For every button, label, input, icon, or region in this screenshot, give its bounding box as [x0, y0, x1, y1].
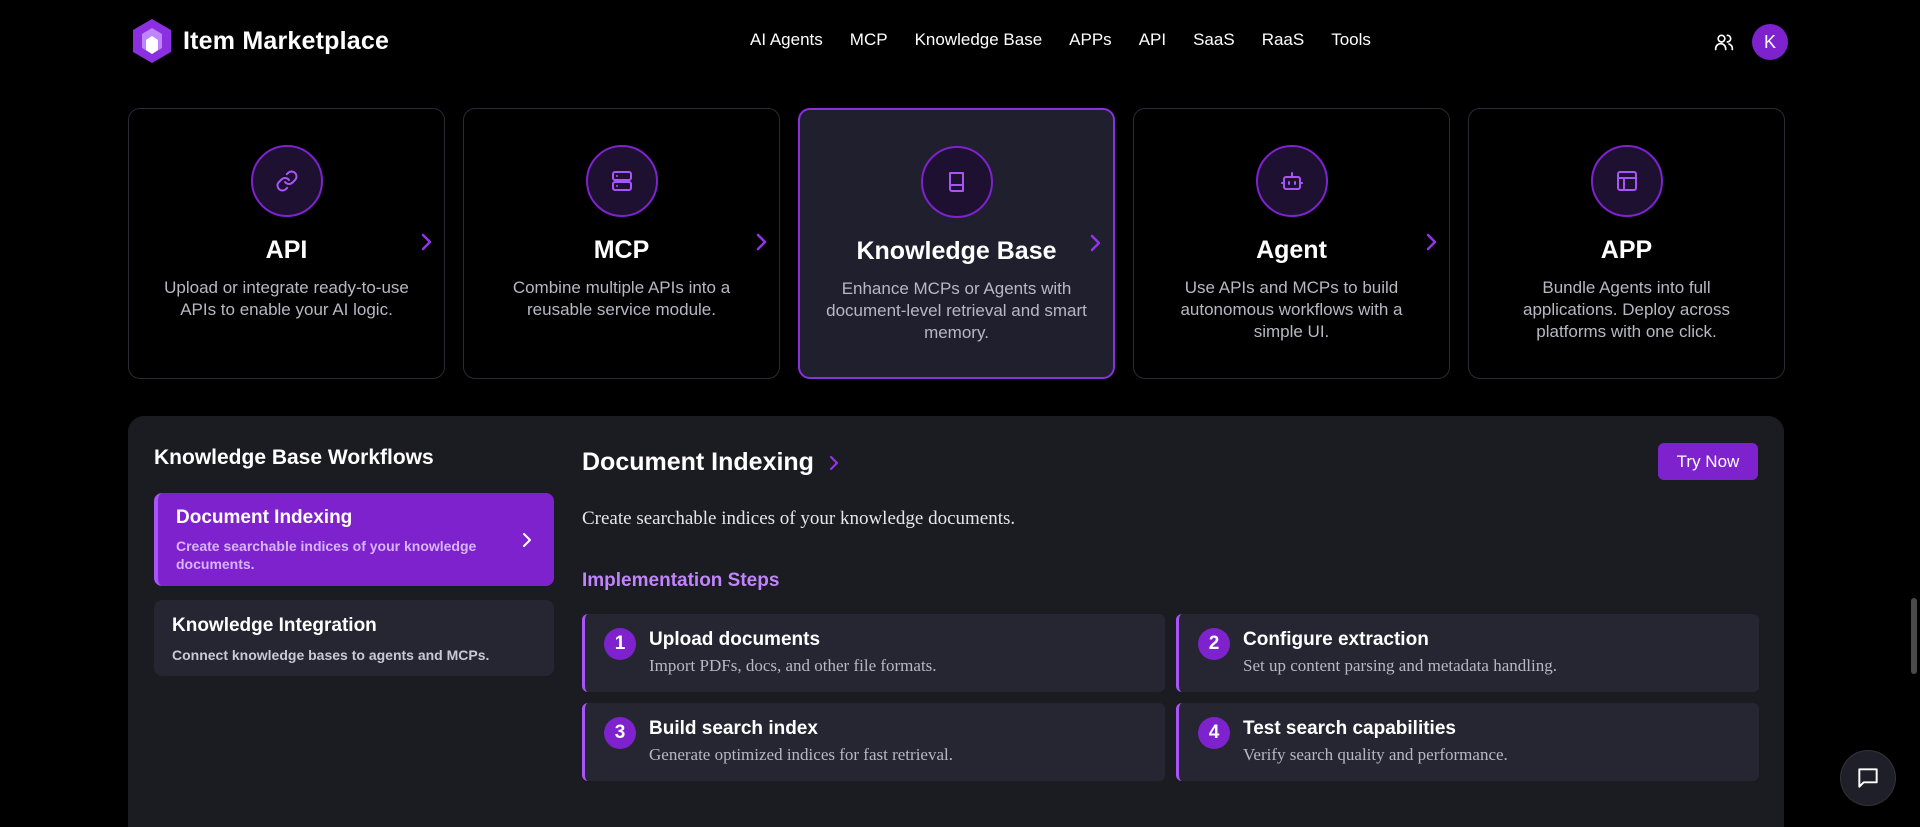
- card-title: API: [265, 236, 308, 264]
- scrollbar-track[interactable]: [1910, 82, 1918, 827]
- chevron-right-icon[interactable]: [418, 230, 434, 254]
- card-description: Upload or integrate ready-to-use APIs to…: [164, 278, 409, 319]
- nav-item-raas[interactable]: RaaS: [1262, 30, 1305, 50]
- chevron-right-icon[interactable]: [753, 230, 769, 254]
- link-icon: [276, 170, 297, 192]
- chevron-right-icon[interactable]: [1087, 231, 1103, 255]
- workflow-description: Connect knowledge bases to agents and MC…: [172, 647, 490, 663]
- step-number: 2: [1198, 628, 1230, 660]
- chevron-right-icon: [829, 455, 839, 470]
- step-card: 2 Configure extraction Set up content pa…: [1176, 614, 1759, 692]
- avatar[interactable]: K: [1752, 24, 1788, 60]
- step-description: Verify search quality and performance.: [1243, 745, 1508, 764]
- book-icon: [948, 172, 964, 192]
- detail-title[interactable]: Document Indexing: [582, 448, 840, 477]
- server-icon: [611, 171, 632, 191]
- card-description: Enhance MCPs or Agents with document-lev…: [826, 279, 1087, 342]
- card-icon-circle: [920, 146, 993, 218]
- category-cards: API Upload or integrate ready-to-use API…: [128, 108, 1785, 379]
- step-description: Generate optimized indices for fast retr…: [649, 745, 953, 764]
- card-mcp[interactable]: MCP Combine multiple APIs into a reusabl…: [463, 108, 780, 379]
- card-title: Knowledge Base: [856, 237, 1057, 265]
- try-now-button[interactable]: Try Now: [1658, 443, 1758, 480]
- steps-heading: Implementation Steps: [582, 570, 780, 591]
- card-title: MCP: [593, 236, 650, 264]
- layout-icon: [1616, 171, 1637, 191]
- main-nav: AI Agents MCP Knowledge Base APPs API Sa…: [750, 30, 1371, 50]
- workflows-title: Knowledge Base Workflows: [154, 446, 434, 469]
- step-description: Import PDFs, docs, and other file format…: [649, 656, 937, 675]
- detail-title-text: Document Indexing: [582, 448, 814, 476]
- card-icon-circle: [1590, 145, 1663, 217]
- step-number: 1: [604, 628, 636, 660]
- logo-icon: [133, 19, 171, 63]
- step-title: Upload documents: [649, 629, 821, 650]
- chevron-right-icon[interactable]: [1423, 230, 1439, 254]
- card-description: Bundle Agents into full applications. De…: [1523, 278, 1730, 341]
- bot-icon: [1280, 172, 1303, 190]
- scrollbar-thumb[interactable]: [1911, 598, 1917, 674]
- chat-button[interactable]: [1840, 750, 1896, 806]
- workflow-name: Document Indexing: [176, 507, 353, 528]
- nav-item-saas[interactable]: SaaS: [1193, 30, 1235, 50]
- nav-item-api[interactable]: API: [1139, 30, 1166, 50]
- card-description: Combine multiple APIs into a reusable se…: [512, 278, 731, 319]
- card-icon-circle: [585, 145, 658, 217]
- detail-description: Create searchable indices of your knowle…: [582, 508, 1016, 529]
- step-card: 3 Build search index Generate optimized …: [582, 703, 1165, 781]
- chevron-right-icon: [523, 533, 531, 547]
- card-agent[interactable]: Agent Use APIs and MCPs to build autonom…: [1133, 108, 1450, 379]
- step-title: Build search index: [649, 718, 818, 739]
- workflow-description: Create searchable indices of your knowle…: [176, 538, 477, 572]
- card-icon-circle: [1255, 145, 1328, 217]
- step-number: 3: [604, 717, 636, 749]
- nav-item-mcp[interactable]: MCP: [850, 30, 888, 50]
- users-icon[interactable]: [1714, 32, 1734, 52]
- card-title: APP: [1600, 236, 1653, 264]
- step-title: Test search capabilities: [1243, 718, 1456, 739]
- nav-item-knowledge-base[interactable]: Knowledge Base: [915, 30, 1043, 50]
- card-app[interactable]: APP Bundle Agents into full applications…: [1468, 108, 1785, 379]
- card-api[interactable]: API Upload or integrate ready-to-use API…: [128, 108, 445, 379]
- step-title: Configure extraction: [1243, 629, 1429, 650]
- card-description: Use APIs and MCPs to build autonomous wo…: [1180, 278, 1403, 341]
- brand[interactable]: Item Marketplace: [131, 18, 389, 64]
- step-number: 4: [1198, 717, 1230, 749]
- top-header: Item Marketplace AI Agents MCP Knowledge…: [0, 0, 1920, 82]
- step-card: 4 Test search capabilities Verify search…: [1176, 703, 1759, 781]
- step-description: Set up content parsing and metadata hand…: [1243, 656, 1557, 675]
- nav-item-apps[interactable]: APPs: [1069, 30, 1112, 50]
- workflow-name: Knowledge Integration: [172, 615, 377, 636]
- step-card: 1 Upload documents Import PDFs, docs, an…: [582, 614, 1165, 692]
- workflow-item-knowledge-integration[interactable]: Knowledge Integration Connect knowledge …: [154, 600, 554, 676]
- workflows-panel: Knowledge Base Workflows Document Indexi…: [128, 416, 1784, 827]
- workflow-item-document-indexing[interactable]: Document Indexing Create searchable indi…: [154, 493, 554, 586]
- card-knowledge-base[interactable]: Knowledge Base Enhance MCPs or Agents wi…: [798, 108, 1115, 379]
- nav-item-tools[interactable]: Tools: [1331, 30, 1371, 50]
- brand-name: Item Marketplace: [183, 26, 390, 55]
- card-title: Agent: [1256, 236, 1327, 264]
- nav-item-ai-agents[interactable]: AI Agents: [750, 30, 823, 50]
- chat-icon: [1858, 768, 1878, 788]
- card-icon-circle: [250, 145, 323, 217]
